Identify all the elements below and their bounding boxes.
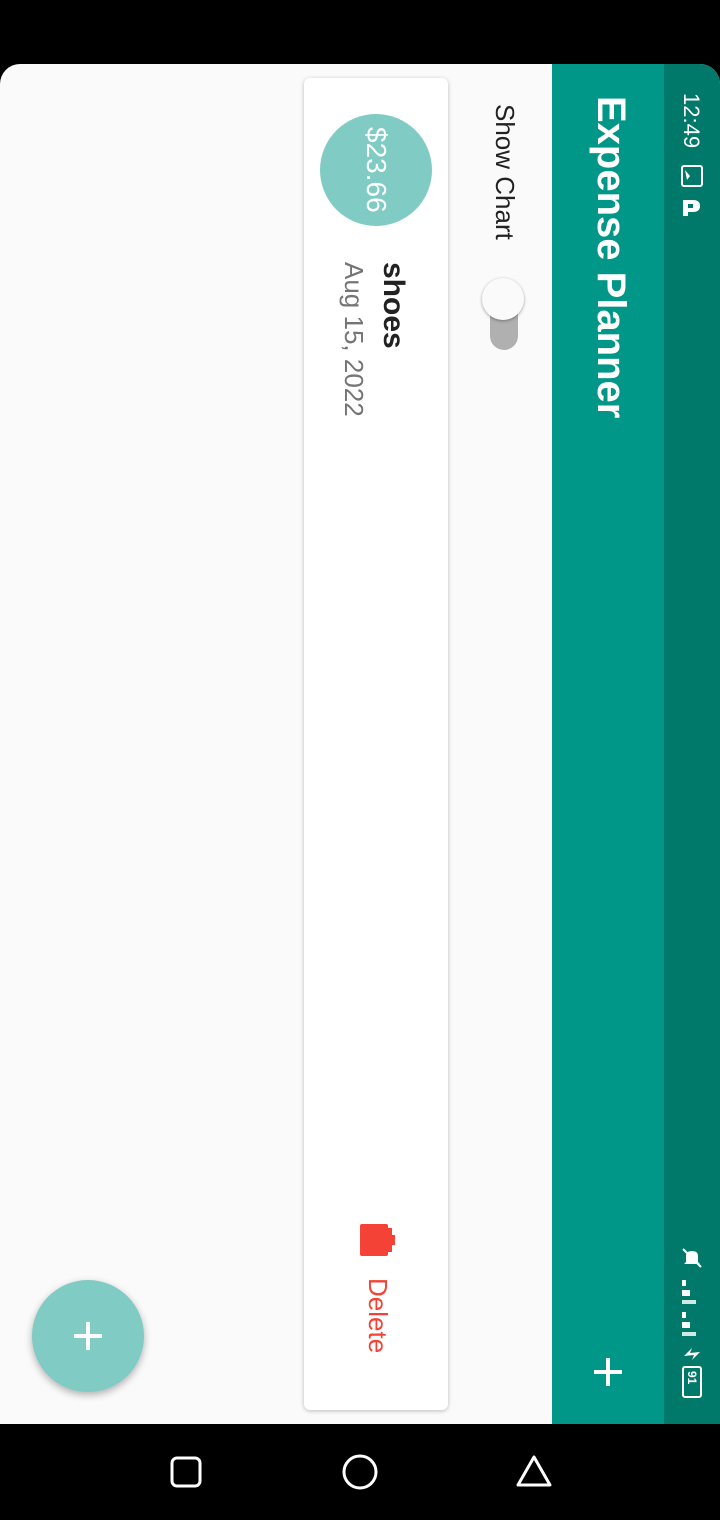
show-chart-label: Show Chart: [490, 104, 520, 240]
app-title: Expense Planner: [589, 96, 633, 419]
transaction-title: shoes: [377, 262, 410, 349]
add-transaction-button[interactable]: [592, 1356, 624, 1388]
signal-icon: [682, 1280, 696, 1336]
charging-icon: [684, 1348, 700, 1360]
transaction-date: Aug 15, 2022: [339, 262, 369, 417]
switch-thumb: [482, 278, 524, 320]
amount-avatar: $23.66: [320, 114, 432, 226]
status-bar: 12:49 91: [664, 64, 720, 1424]
delete-label: Delete: [363, 1278, 393, 1354]
gallery-icon: [681, 165, 703, 187]
transaction-amount: $23.66: [361, 127, 392, 213]
trash-icon: [360, 1224, 395, 1256]
battery-level: 91: [685, 1371, 699, 1385]
plus-icon: [74, 1322, 102, 1350]
add-fab[interactable]: [32, 1280, 144, 1392]
app-bar: Expense Planner: [552, 64, 664, 1424]
delete-button[interactable]: Delete: [352, 1218, 400, 1374]
show-chart-switch[interactable]: [482, 278, 526, 354]
home-icon[interactable]: [340, 1452, 380, 1492]
status-time: 12:49: [679, 93, 704, 149]
transaction-card: $23.66 shoes Aug 15, 2022 Delete: [304, 78, 448, 1410]
parking-app-icon: [683, 200, 700, 216]
top-black-area: [0, 0, 720, 64]
notifications-muted-icon: [682, 1248, 702, 1268]
system-nav-bar: [0, 1424, 720, 1520]
back-icon[interactable]: [514, 1452, 554, 1492]
app-screen: 12:49 91 Expense Planner Show Chart $23.…: [0, 64, 720, 1424]
recent-apps-icon[interactable]: [166, 1452, 206, 1492]
battery-icon: 91: [682, 1366, 702, 1398]
